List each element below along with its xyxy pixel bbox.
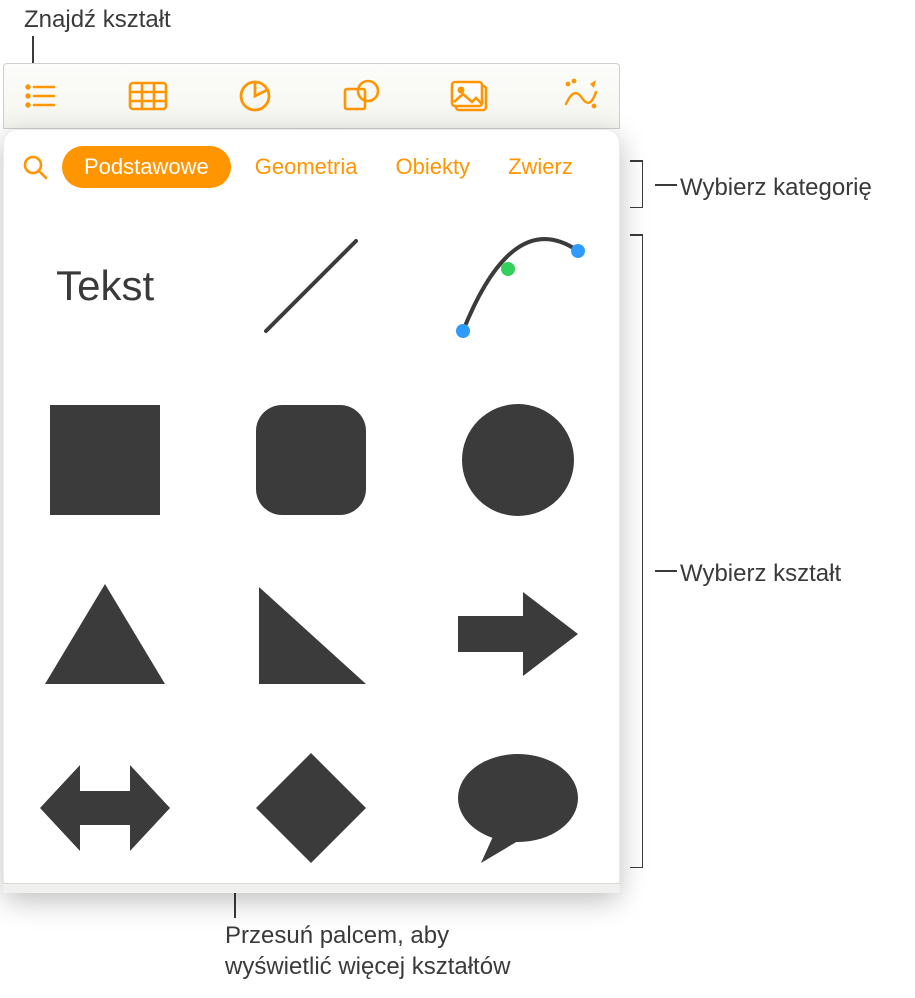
insert-toolbar xyxy=(3,63,620,129)
popover-arrow xyxy=(304,129,336,132)
square-shape[interactable] xyxy=(35,390,175,530)
rounded-square-shape[interactable] xyxy=(241,390,381,530)
bracket-choose-shape xyxy=(642,234,643,868)
shape-icon[interactable] xyxy=(342,75,380,117)
shapes-panel: Podstawowe Geometria Obiekty Zwierz Teks… xyxy=(3,63,620,893)
callout-swipe: Przesuń palcem, aby wyświetlić więcej ks… xyxy=(225,920,510,982)
draw-icon[interactable] xyxy=(560,75,600,117)
category-row: Podstawowe Geometria Obiekty Zwierz xyxy=(4,130,619,204)
speech-bubble-shape[interactable] xyxy=(448,738,588,878)
triangle-shape[interactable] xyxy=(35,564,175,704)
diamond-shape[interactable] xyxy=(241,738,381,878)
text-shape-label: Tekst xyxy=(56,262,154,310)
callout-hline-shape xyxy=(655,570,677,572)
category-tab-2[interactable]: Obiekty xyxy=(381,146,484,188)
callout-choose-shape: Wybierz kształt xyxy=(680,558,841,589)
shapes-popover: Podstawowe Geometria Obiekty Zwierz Teks… xyxy=(3,129,620,893)
callout-choose-category: Wybierz kategorię xyxy=(680,172,872,203)
category-tab-1[interactable]: Geometria xyxy=(241,146,372,188)
callout-swipe-line2: wyświetlić więcej kształtów xyxy=(225,953,510,980)
list-icon[interactable] xyxy=(24,75,58,117)
double-arrow-shape[interactable] xyxy=(35,738,175,878)
text-shape[interactable]: Tekst xyxy=(35,216,175,356)
bracket-choose-category xyxy=(642,160,643,208)
curve-shape[interactable] xyxy=(448,216,588,356)
panel-bottom-edge xyxy=(3,883,620,893)
callout-find-shape: Znajdź kształt xyxy=(24,4,171,35)
shapes-grid-scroll[interactable]: Tekst xyxy=(4,204,619,892)
media-icon[interactable] xyxy=(450,75,490,117)
arrow-right-shape[interactable] xyxy=(448,564,588,704)
right-triangle-shape[interactable] xyxy=(241,564,381,704)
shapes-grid: Tekst xyxy=(26,216,597,892)
line-shape[interactable] xyxy=(241,216,381,356)
circle-shape[interactable] xyxy=(448,390,588,530)
category-tab-3[interactable]: Zwierz xyxy=(494,146,587,188)
table-icon[interactable] xyxy=(128,75,168,117)
chart-icon[interactable] xyxy=(238,75,272,117)
callout-hline-category xyxy=(655,184,677,186)
search-icon[interactable] xyxy=(18,150,52,184)
category-tab-active[interactable]: Podstawowe xyxy=(62,146,231,188)
callout-swipe-line1: Przesuń palcem, aby xyxy=(225,922,449,949)
